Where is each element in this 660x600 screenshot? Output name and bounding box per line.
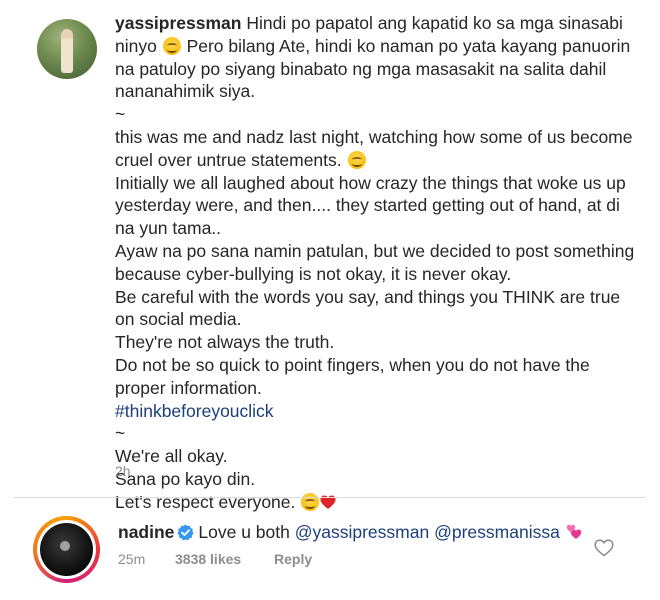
caption-text-4: Initially we all laughed about how crazy… bbox=[115, 172, 631, 239]
reply-author-avatar-story-ring[interactable] bbox=[33, 516, 100, 583]
caption-text-9: We're all okay. bbox=[115, 446, 228, 467]
caption-text-8: Do not be so quick to point fingers, whe… bbox=[115, 354, 595, 398]
reply-timestamp: 25m bbox=[118, 551, 146, 567]
reply-author-avatar bbox=[40, 523, 93, 576]
reply-likes-count[interactable]: 3838 likes bbox=[175, 551, 241, 567]
caption-line-1: yassipressman Hindi po papatol ang kapat… bbox=[115, 12, 635, 103]
heart-outline-icon[interactable] bbox=[594, 539, 614, 557]
caption-text-6: Be careful with the words you say, and t… bbox=[115, 286, 626, 330]
avatar-figure bbox=[61, 29, 73, 73]
smiling-emoji-icon bbox=[347, 150, 366, 169]
two-hearts-emoji-icon bbox=[565, 523, 583, 539]
caption-tilde-2: ~ bbox=[115, 423, 126, 444]
caption-text-7: They're not always the truth. bbox=[115, 332, 335, 353]
post-username[interactable]: yassipressman bbox=[115, 13, 241, 33]
caption-text-10: Sana po kayo din. bbox=[115, 468, 256, 489]
caption-text-11: Let's respect everyone. bbox=[115, 491, 635, 514]
reply-username[interactable]: nadine bbox=[118, 522, 174, 542]
caption-text-11-span: Let's respect everyone. bbox=[115, 491, 301, 512]
caption-text-2: Pero bilang Ate, hindi ko naman po yata … bbox=[115, 35, 636, 102]
caption-text-5: Ayaw na po sana namin patulan, but we de… bbox=[115, 240, 640, 284]
caption-text-3: this was me and nadz last night, watchin… bbox=[115, 126, 635, 172]
mention-link-1[interactable]: @yassipressman bbox=[295, 522, 429, 542]
smiling-emoji-icon bbox=[301, 492, 320, 511]
reply-text: Love u both bbox=[198, 522, 295, 542]
caption-tilde-1: ~ bbox=[115, 104, 126, 125]
hashtag-link[interactable]: #thinkbeforeyouclick bbox=[115, 400, 635, 423]
post-timestamp: 2h bbox=[115, 463, 131, 479]
caption-text-3-span: this was me and nadz last night, watchin… bbox=[115, 126, 638, 170]
avatar-ring-gap bbox=[37, 520, 96, 579]
post-author-avatar[interactable] bbox=[37, 19, 97, 79]
smiling-emoji-icon bbox=[162, 36, 181, 55]
red-heart-emoji-icon bbox=[320, 493, 336, 509]
verified-badge-icon bbox=[177, 524, 194, 541]
reply-button[interactable]: Reply bbox=[274, 551, 312, 567]
divider bbox=[14, 497, 646, 498]
reply-comment: nadine Love u both @yassipressman @pressm… bbox=[118, 521, 583, 543]
mention-link-2[interactable]: @pressmanissa bbox=[434, 522, 560, 542]
post-caption: yassipressman Hindi po papatol ang kapat… bbox=[115, 12, 635, 514]
